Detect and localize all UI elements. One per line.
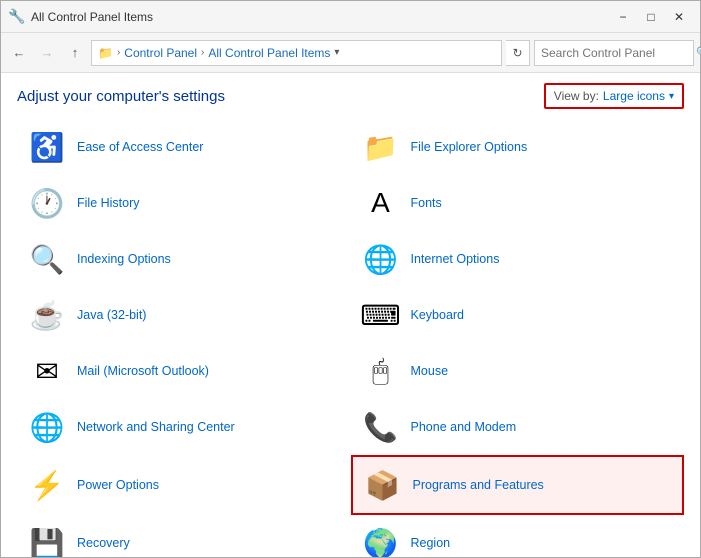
- refresh-button[interactable]: ↻: [506, 40, 530, 66]
- address-bar: ← → ↑ 📁 › Control Panel › All Control Pa…: [1, 33, 700, 73]
- control-item-programs-features[interactable]: 📦 Programs and Features: [351, 455, 685, 515]
- programs-icon: 📦: [363, 465, 403, 505]
- view-by-control: View by: Large icons ▾: [544, 83, 684, 109]
- mouse-icon: 🖱: [361, 351, 401, 391]
- item-label-programs-features: Programs and Features: [413, 477, 544, 493]
- items-scroll: ♿ Ease of Access Center 📁 File Explorer Opt…: [1, 115, 700, 557]
- back-button[interactable]: ←: [7, 41, 31, 65]
- view-by-value[interactable]: Large icons: [603, 89, 665, 103]
- network-icon: 🌐: [27, 407, 67, 447]
- close-button[interactable]: ✕: [666, 6, 692, 28]
- content-area: Adjust your computer's settings View by:…: [1, 73, 700, 557]
- java-icon: ☕: [27, 295, 67, 335]
- item-label-file-history: File History: [77, 195, 140, 211]
- forward-button[interactable]: →: [35, 41, 59, 65]
- window-icon: 🔧: [9, 9, 25, 25]
- item-label-indexing-options: Indexing Options: [77, 251, 171, 267]
- items-grid: ♿ Ease of Access Center 📁 File Explorer Opt…: [17, 119, 684, 557]
- item-label-keyboard: Keyboard: [411, 307, 465, 323]
- control-item-recovery[interactable]: 💾 Recovery: [17, 515, 351, 557]
- control-item-fonts[interactable]: A Fonts: [351, 175, 685, 231]
- search-input[interactable]: [541, 46, 696, 60]
- item-label-java-32bit: Java (32-bit): [77, 307, 146, 323]
- control-item-file-history[interactable]: 🕐 File History: [17, 175, 351, 231]
- breadcrumb-control-panel[interactable]: Control Panel: [124, 46, 197, 60]
- control-item-indexing-options[interactable]: 🔍 Indexing Options: [17, 231, 351, 287]
- view-by-dropdown-icon[interactable]: ▾: [669, 91, 674, 102]
- maximize-button[interactable]: □: [638, 6, 664, 28]
- power-icon: ⚡: [27, 465, 67, 505]
- ease-icon: ♿: [27, 127, 67, 167]
- folder-options-icon: 📁: [361, 127, 401, 167]
- content-header: Adjust your computer's settings View by:…: [1, 73, 700, 115]
- item-label-mail-outlook: Mail (Microsoft Outlook): [77, 363, 209, 379]
- item-label-power-options: Power Options: [77, 477, 159, 493]
- item-label-mouse: Mouse: [411, 363, 449, 379]
- control-item-keyboard[interactable]: ⌨ Keyboard: [351, 287, 685, 343]
- item-label-recovery: Recovery: [77, 535, 130, 551]
- item-label-network-sharing: Network and Sharing Center: [77, 419, 235, 435]
- file-history-icon: 🕐: [27, 183, 67, 223]
- indexing-icon: 🔍: [27, 239, 67, 279]
- control-item-internet-options[interactable]: 🌐 Internet Options: [351, 231, 685, 287]
- window: 🔧 All Control Panel Items − □ ✕ ← → ↑ 📁 …: [0, 0, 701, 558]
- internet-icon: 🌐: [361, 239, 401, 279]
- window-controls: − □ ✕: [610, 6, 692, 28]
- mail-icon: ✉: [27, 351, 67, 391]
- up-button[interactable]: ↑: [63, 41, 87, 65]
- item-label-fonts: Fonts: [411, 195, 442, 211]
- control-item-ease-of-access[interactable]: ♿ Ease of Access Center: [17, 119, 351, 175]
- breadcrumb-icon: 📁: [98, 46, 113, 60]
- search-icon: 🔍: [696, 46, 701, 59]
- item-label-region: Region: [411, 535, 451, 551]
- item-label-internet-options: Internet Options: [411, 251, 500, 267]
- phone-icon: 📞: [361, 407, 401, 447]
- control-item-java-32bit[interactable]: ☕ Java (32-bit): [17, 287, 351, 343]
- control-item-network-sharing[interactable]: 🌐 Network and Sharing Center: [17, 399, 351, 455]
- item-label-file-explorer-options: File Explorer Options: [411, 139, 528, 155]
- breadcrumb-bar: 📁 › Control Panel › All Control Panel It…: [91, 40, 502, 66]
- minimize-button[interactable]: −: [610, 6, 636, 28]
- control-item-power-options[interactable]: ⚡ Power Options: [17, 455, 351, 515]
- breadcrumb-dropdown-button[interactable]: ▾: [334, 47, 339, 58]
- control-item-mail-outlook[interactable]: ✉ Mail (Microsoft Outlook): [17, 343, 351, 399]
- search-box: 🔍: [534, 40, 694, 66]
- control-item-file-explorer-options[interactable]: 📁 File Explorer Options: [351, 119, 685, 175]
- view-by-label: View by:: [554, 89, 599, 103]
- control-item-mouse[interactable]: 🖱 Mouse: [351, 343, 685, 399]
- page-title: Adjust your computer's settings: [17, 88, 225, 105]
- item-label-phone-modem: Phone and Modem: [411, 419, 517, 435]
- region-icon: 🌍: [361, 523, 401, 557]
- recovery-icon: 💾: [27, 523, 67, 557]
- fonts-icon: A: [361, 183, 401, 223]
- window-title: All Control Panel Items: [31, 10, 610, 24]
- item-label-ease-of-access: Ease of Access Center: [77, 139, 203, 155]
- keyboard-icon: ⌨: [361, 295, 401, 335]
- control-item-region[interactable]: 🌍 Region: [351, 515, 685, 557]
- control-item-phone-modem[interactable]: 📞 Phone and Modem: [351, 399, 685, 455]
- title-bar: 🔧 All Control Panel Items − □ ✕: [1, 1, 700, 33]
- breadcrumb-all-items[interactable]: All Control Panel Items: [208, 46, 330, 60]
